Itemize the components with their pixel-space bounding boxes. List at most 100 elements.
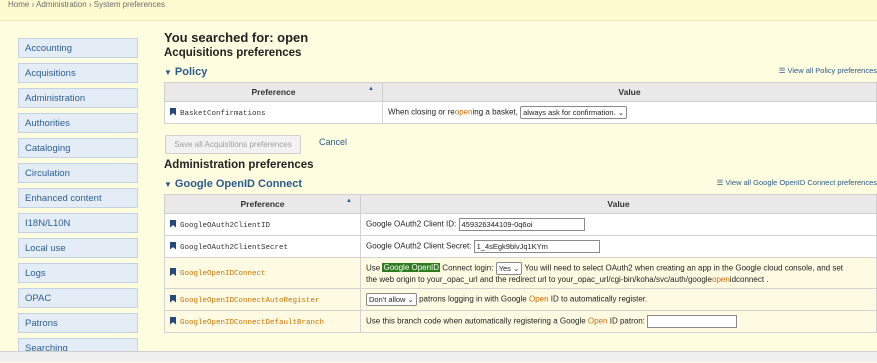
table-row: GoogleOAuth2ClientID Google OAuth2 Clien… xyxy=(165,214,877,236)
pref-value-cell: Use this branch code when automatically … xyxy=(361,311,877,333)
pref-name[interactable]: GoogleOpenIDConnectAutoRegister xyxy=(180,297,320,305)
pref-name-cell: GoogleOpenIDConnectDefaultBranch xyxy=(165,311,361,333)
select-value: Don't allow xyxy=(369,295,405,304)
value-text: ID patron: xyxy=(610,317,645,326)
save-acquisitions-button[interactable]: Save all Acquisitions preferences xyxy=(165,135,301,154)
list-icon: ☰ xyxy=(779,66,788,75)
view-all-google-openid-label: View all Google OpenID Connect preferenc… xyxy=(725,178,877,187)
view-all-policy-label: View all Policy preferences xyxy=(788,66,877,75)
caret-down-icon: ▼ xyxy=(164,180,172,189)
select-value: always ask for confirmation. xyxy=(523,108,616,117)
google-openid-section-toggle[interactable]: ▼Google OpenID Connect xyxy=(164,178,302,190)
bookmark-icon[interactable] xyxy=(170,108,176,116)
acquisitions-heading: Acquisitions preferences xyxy=(164,46,877,60)
sidebar-item-administration[interactable]: Administration xyxy=(18,88,138,108)
policy-table: Preference ▲ Value BasketConfirmations Wh… xyxy=(164,82,877,124)
table-row: GoogleOpenIDConnect Use Google OpenID Co… xyxy=(165,258,877,289)
pref-name-cell: BasketConfirmations xyxy=(165,102,383,124)
sidebar-item-patrons[interactable]: Patrons xyxy=(18,313,138,333)
sidebar-item-accounting[interactable]: Accounting xyxy=(18,38,138,58)
chevron-down-icon: ⌄ xyxy=(513,264,519,273)
client-id-input[interactable]: 459326344109-0q6oi xyxy=(459,218,585,231)
google-openid-section-title: Google OpenID Connect xyxy=(175,178,302,190)
value-line-2: the web origin to your_opac_url and the … xyxy=(366,275,871,285)
search-highlight: Open xyxy=(529,295,549,304)
pref-value-cell: Google OAuth2 Client ID: 459326344109-0q… xyxy=(361,214,877,236)
preference-column-header[interactable]: Preference ▲ xyxy=(165,195,361,214)
pref-value-cell: Don't allow ⌄ patrons logging in with Go… xyxy=(361,289,877,311)
pref-name[interactable]: BasketConfirmations xyxy=(180,110,266,118)
pref-name[interactable]: GoogleOpenIDConnect xyxy=(180,270,266,278)
policy-section-toggle[interactable]: ▼Policy xyxy=(164,66,207,78)
sort-asc-icon: ▲ xyxy=(346,198,352,204)
breadcrumb: Home › Administration › System preferenc… xyxy=(8,0,165,9)
table-row: BasketConfirmations When closing or reop… xyxy=(165,102,877,124)
view-all-policy-link[interactable]: ☰ View all Policy preferences xyxy=(779,66,877,75)
sidebar: Accounting Acquisitions Administration A… xyxy=(18,38,140,363)
pref-name-cell: GoogleOpenIDConnectAutoRegister xyxy=(165,289,361,311)
search-highlight: open xyxy=(455,108,473,117)
main-content: You searched for: open Acquisitions pref… xyxy=(164,30,877,333)
sidebar-item-cataloging[interactable]: Cataloging xyxy=(18,138,138,158)
preference-header-label: Preference xyxy=(252,87,296,97)
basket-confirmation-select[interactable]: always ask for confirmation. ⌄ xyxy=(520,106,627,119)
value-text: You will need to select OAuth2 when crea… xyxy=(524,263,843,272)
value-column-header[interactable]: Value xyxy=(361,195,877,214)
bottom-bar xyxy=(0,351,877,362)
table-row: GoogleOpenIDConnectAutoRegister Don't al… xyxy=(165,289,877,311)
chevron-down-icon: ⌄ xyxy=(618,108,624,117)
sidebar-item-authorities[interactable]: Authorities xyxy=(18,113,138,133)
value-text: idconnect . xyxy=(730,275,769,284)
select-value: Yes xyxy=(499,264,511,273)
value-text: Google OAuth2 Client ID: xyxy=(366,220,456,229)
bookmark-icon[interactable] xyxy=(170,220,176,228)
sidebar-item-opac[interactable]: OPAC xyxy=(18,288,138,308)
sidebar-item-local-use[interactable]: Local use xyxy=(18,238,138,258)
value-text: patrons logging in with Google xyxy=(419,295,527,304)
sidebar-item-circulation[interactable]: Circulation xyxy=(18,163,138,183)
google-openid-section-header: ▼Google OpenID Connect ☰ View all Google… xyxy=(164,176,877,192)
policy-section-header: ▼Policy ☰ View all Policy preferences xyxy=(164,64,877,80)
value-header-label: Value xyxy=(618,87,640,97)
sidebar-item-logs[interactable]: Logs xyxy=(18,263,138,283)
pref-value-cell: Use Google OpenID Connect login: Yes ⌄ Y… xyxy=(361,258,877,289)
table-row: GoogleOpenIDConnectDefaultBranch Use thi… xyxy=(165,311,877,333)
breadcrumb-bar: Home › Administration › System preferenc… xyxy=(0,0,877,21)
bookmark-icon[interactable] xyxy=(170,268,176,276)
sidebar-item-acquisitions[interactable]: Acquisitions xyxy=(18,63,138,83)
pref-name[interactable]: GoogleOAuth2ClientID xyxy=(180,222,270,230)
google-openid-table: Preference ▲ Value GoogleOAuth2ClientID G… xyxy=(164,194,877,333)
sort-asc-icon: ▲ xyxy=(368,86,374,92)
search-highlight: open xyxy=(712,275,730,284)
administration-heading: Administration preferences xyxy=(164,158,877,172)
auto-register-select[interactable]: Don't allow ⌄ xyxy=(366,293,417,306)
value-text: ID to automatically register. xyxy=(551,295,647,304)
value-text: When closing or re xyxy=(388,108,455,117)
value-line-1: Use Google OpenID Connect login: Yes ⌄ Y… xyxy=(366,262,871,275)
table-row: GoogleOAuth2ClientSecret Google OAuth2 C… xyxy=(165,236,877,258)
search-highlight: Open xyxy=(588,317,608,326)
pref-value-cell: When closing or reopening a basket, alwa… xyxy=(383,102,877,124)
sidebar-item-enhanced-content[interactable]: Enhanced content xyxy=(18,188,138,208)
bookmark-icon[interactable] xyxy=(170,317,176,325)
value-text: Connect login: xyxy=(442,263,493,272)
pref-name-cell: GoogleOAuth2ClientID xyxy=(165,214,361,236)
acquisitions-actions: Save all Acquisitions preferences Cancel xyxy=(164,124,877,158)
preference-column-header[interactable]: Preference ▲ xyxy=(165,83,383,102)
openid-connect-select[interactable]: Yes ⌄ xyxy=(496,262,523,275)
client-secret-input[interactable]: 1_4sEgk9blvJq1KYm xyxy=(474,240,600,253)
pref-name[interactable]: GoogleOAuth2ClientSecret xyxy=(180,244,288,252)
search-highlight: Google OpenID xyxy=(382,263,440,272)
view-all-google-openid-link[interactable]: ☰ View all Google OpenID Connect prefere… xyxy=(717,178,877,187)
value-column-header[interactable]: Value xyxy=(383,83,877,102)
bookmark-icon[interactable] xyxy=(170,242,176,250)
pref-name-cell: GoogleOAuth2ClientSecret xyxy=(165,236,361,258)
value-text: the web origin to your_opac_url and the … xyxy=(366,275,712,284)
bookmark-icon[interactable] xyxy=(170,295,176,303)
preference-header-label: Preference xyxy=(241,199,285,209)
cancel-link[interactable]: Cancel xyxy=(319,137,347,147)
default-branch-input[interactable] xyxy=(647,315,737,328)
sidebar-item-i18n-l10n[interactable]: I18N/L10N xyxy=(18,213,138,233)
value-text: Use xyxy=(366,263,380,272)
pref-name[interactable]: GoogleOpenIDConnectDefaultBranch xyxy=(180,319,324,327)
